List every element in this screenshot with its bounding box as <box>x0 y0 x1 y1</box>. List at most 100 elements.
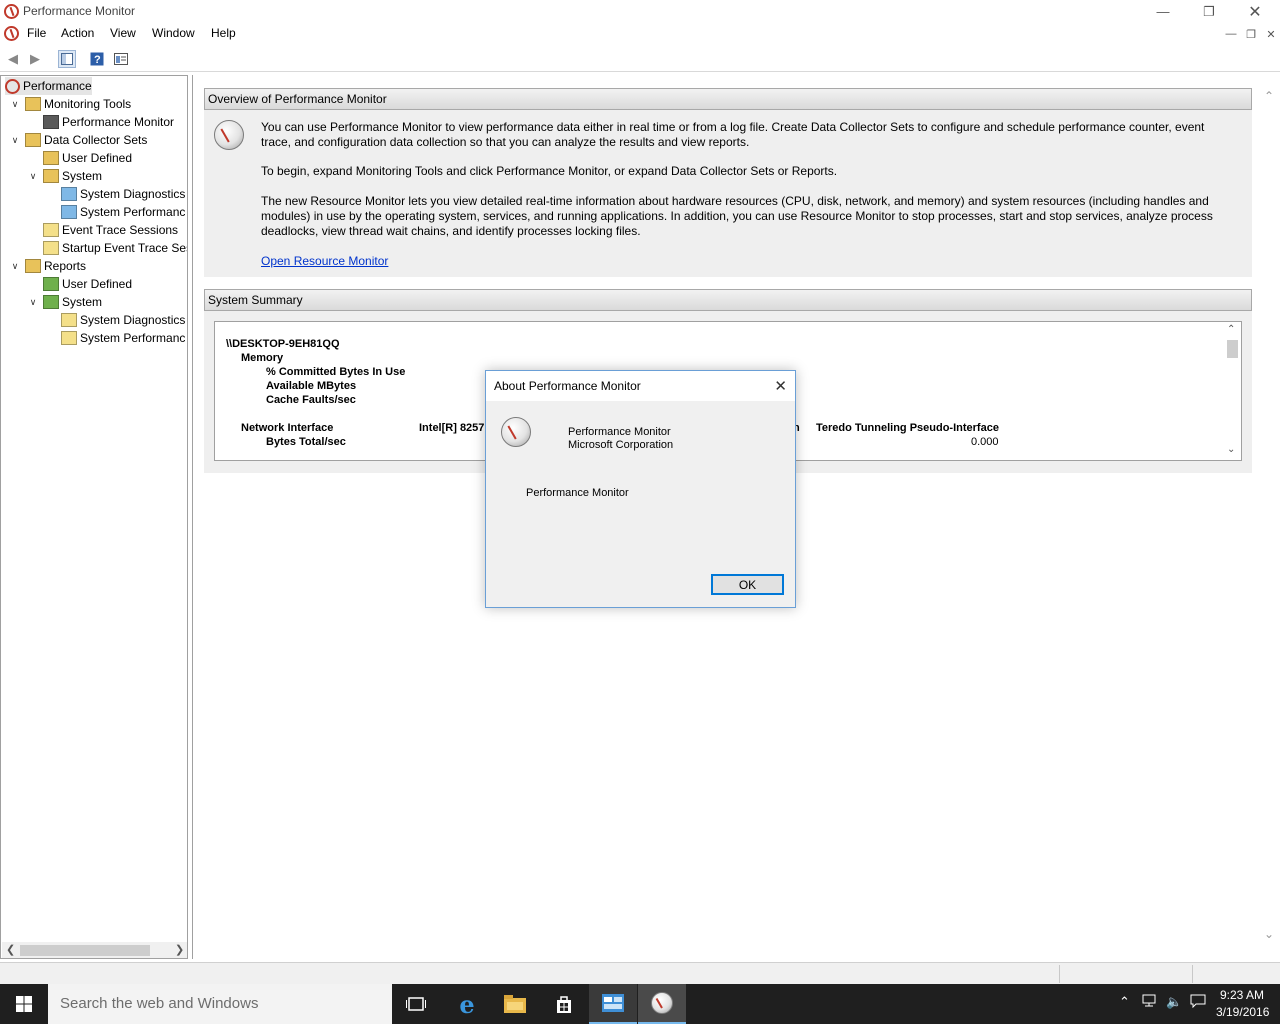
machine-name: \\DESKTOP-9EH81QQ <box>226 338 340 350</box>
content-scroll-down-icon[interactable]: ⌄ <box>1264 927 1274 941</box>
dialog-title-bar: About Performance Monitor ✕ <box>486 371 795 401</box>
overview-paragraph-1: You can use Performance Monitor to view … <box>261 120 1205 149</box>
status-separator <box>1192 965 1193 983</box>
perfmon-gauge-icon <box>651 992 673 1014</box>
dialog-title: About Performance Monitor <box>494 379 641 393</box>
system-summary-header[interactable]: System Summary <box>204 289 1252 311</box>
tree-item[interactable]: System Performanc <box>45 329 185 347</box>
properties-icon[interactable] <box>112 50 130 68</box>
scroll-right-icon[interactable]: ❯ <box>175 943 184 956</box>
report-icon <box>61 313 77 327</box>
scroll-left-icon[interactable]: ❮ <box>6 943 15 956</box>
system-folder-icon <box>43 169 59 183</box>
clock-time[interactable]: 9:23 AM <box>1220 988 1264 1002</box>
mdi-minimize-button[interactable]: — <box>1222 26 1240 42</box>
menu-view[interactable]: View <box>110 26 136 40</box>
tree-item[interactable]: ∨ Data Collector Sets <box>9 131 147 149</box>
perfmon-gauge-icon <box>214 120 244 150</box>
tree-item[interactable]: Performance Monitor <box>27 113 174 131</box>
show-hidden-icons-icon[interactable]: ⌃ <box>1119 994 1130 1010</box>
system-menu-icon[interactable] <box>4 26 19 41</box>
expand-chevron-icon[interactable]: ∨ <box>9 99 21 110</box>
content-scroll-up-icon[interactable]: ⌃ <box>1264 89 1274 103</box>
expand-chevron-icon[interactable]: ∨ <box>9 261 21 272</box>
committed-bytes-label: % Committed Bytes In Use <box>266 366 406 378</box>
tree-item-label: System Diagnostics <box>80 187 186 201</box>
mdi-restore-button[interactable]: ❐ <box>1242 26 1260 42</box>
forward-arrow-icon[interactable]: ▶ <box>26 50 44 68</box>
overview-paragraph-2: To begin, expand Monitoring Tools and cl… <box>261 164 838 178</box>
folder-icon <box>43 223 59 237</box>
taskbar: Search the web and Windows e ⌃ 🔈 9:23 AM… <box>0 984 1280 1024</box>
tree-item[interactable]: System Diagnostics <box>45 185 185 203</box>
tree-item-label: Event Trace Sessions <box>62 223 179 237</box>
perfmon-gauge-icon <box>501 417 531 447</box>
maximize-button[interactable]: ❐ <box>1186 0 1232 23</box>
task-view-icon[interactable] <box>392 984 440 1024</box>
tree-item[interactable]: ∨ System <box>27 293 102 311</box>
scroll-thumb[interactable] <box>20 945 150 956</box>
back-arrow-icon[interactable]: ◀ <box>4 50 22 68</box>
open-resource-monitor-link[interactable]: Open Resource Monitor <box>261 254 388 269</box>
tree-item[interactable]: Event Trace Sessions <box>27 221 178 239</box>
volume-icon[interactable]: 🔈 <box>1166 994 1182 1010</box>
tree-item[interactable]: ∨ System <box>27 167 102 185</box>
data-collector-icon <box>25 133 41 147</box>
overview-header[interactable]: Overview of Performance Monitor <box>204 88 1252 110</box>
status-separator <box>1059 965 1060 983</box>
tree-item-label: System <box>62 295 103 309</box>
start-button[interactable] <box>0 984 48 1024</box>
expand-chevron-icon[interactable]: ∨ <box>9 135 21 146</box>
tree-item-label: User Defined <box>62 151 133 165</box>
tree-item[interactable]: ∨ Reports <box>9 257 86 275</box>
mdi-close-button[interactable]: ✕ <box>1262 26 1280 42</box>
tree-item[interactable]: Startup Event Trace Ses <box>27 239 187 257</box>
dialog-close-icon[interactable]: ✕ <box>774 377 787 395</box>
close-button[interactable]: ✕ <box>1232 0 1278 23</box>
windows-logo-icon <box>16 996 32 1012</box>
navigation-tree: Performance ∨ Monitoring Tools Performance … <box>0 75 188 959</box>
tree-item[interactable]: User Defined <box>27 275 132 293</box>
tree-item[interactable]: Performance <box>5 77 92 95</box>
help-icon[interactable]: ? <box>88 50 106 68</box>
report-icon <box>61 331 77 345</box>
perfmon-icon <box>5 78 20 94</box>
menu-window[interactable]: Window <box>152 26 195 40</box>
tree-item-label: Performance Monitor <box>62 115 175 129</box>
tree-item[interactable]: ∨ Monitoring Tools <box>9 95 131 113</box>
tree-item[interactable]: System Performanc <box>45 203 185 221</box>
performance-monitor-taskbar-icon[interactable] <box>638 984 686 1024</box>
minimize-button[interactable]: — <box>1140 0 1186 23</box>
dialog-product-name: Performance Monitor <box>568 426 671 438</box>
control-panel-icon[interactable] <box>589 984 637 1024</box>
chart-icon <box>43 115 59 129</box>
tree-item-label: Data Collector Sets <box>44 133 148 147</box>
folder-icon <box>43 241 59 255</box>
taskbar-search-box[interactable]: Search the web and Windows <box>48 984 392 1024</box>
tree-horizontal-scrollbar[interactable]: ❮ ❯ <box>2 942 187 958</box>
ok-button[interactable]: OK <box>711 574 784 595</box>
tree-item[interactable]: User Defined <box>27 149 132 167</box>
network-icon[interactable] <box>1142 994 1158 1011</box>
action-center-icon[interactable] <box>1190 994 1206 1011</box>
scroll-up-icon[interactable]: ⌃ <box>1227 324 1235 335</box>
scroll-down-icon[interactable]: ⌄ <box>1227 444 1235 455</box>
menu-file[interactable]: File <box>27 26 46 40</box>
store-icon[interactable] <box>540 984 588 1024</box>
expand-chevron-icon[interactable]: ∨ <box>27 171 39 182</box>
menu-help[interactable]: Help <box>211 26 236 40</box>
summary-vertical-scrollbar[interactable]: ⌃ ⌄ <box>1224 322 1241 460</box>
menu-action[interactable]: Action <box>61 26 94 40</box>
file-explorer-icon[interactable] <box>491 984 539 1024</box>
tree-item-label: System Diagnostics <box>80 313 186 327</box>
tree-item-label: System Performanc <box>80 331 186 345</box>
svg-text:?: ? <box>94 54 101 66</box>
summary-scroll-thumb[interactable] <box>1227 340 1238 358</box>
clock-date[interactable]: 3/19/2016 <box>1216 1005 1269 1019</box>
show-hide-tree-icon[interactable] <box>58 50 76 68</box>
expand-chevron-icon[interactable]: ∨ <box>27 297 39 308</box>
tree-item[interactable]: System Diagnostics <box>45 311 185 329</box>
memory-label: Memory <box>241 352 284 364</box>
edge-browser-icon[interactable]: e <box>443 984 491 1024</box>
tree-item-label: System <box>62 169 103 183</box>
